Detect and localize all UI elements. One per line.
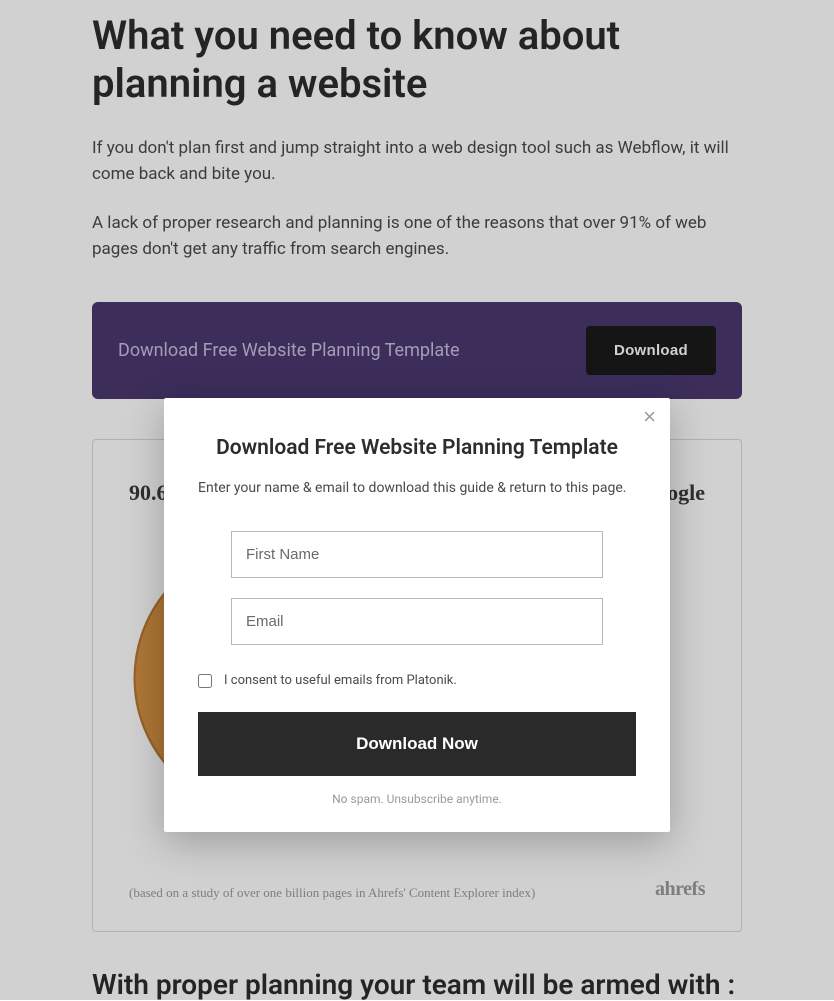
modal-form: I consent to useful emails from Platonik… (198, 531, 636, 806)
modal-description: Enter your name & email to download this… (198, 478, 636, 499)
consent-label: I consent to useful emails from Platonik… (224, 673, 457, 688)
download-modal: × Download Free Website Planning Templat… (164, 398, 670, 832)
consent-row: I consent to useful emails from Platonik… (198, 673, 636, 688)
close-icon[interactable]: × (643, 406, 656, 428)
modal-footer-text: No spam. Unsubscribe anytime. (332, 792, 502, 806)
modal-title: Download Free Website Planning Template (198, 436, 636, 460)
first-name-field[interactable] (231, 531, 603, 578)
modal-overlay[interactable]: × Download Free Website Planning Templat… (0, 0, 834, 1000)
email-field[interactable] (231, 598, 603, 645)
consent-checkbox[interactable] (198, 674, 212, 688)
download-now-button[interactable]: Download Now (198, 712, 636, 776)
